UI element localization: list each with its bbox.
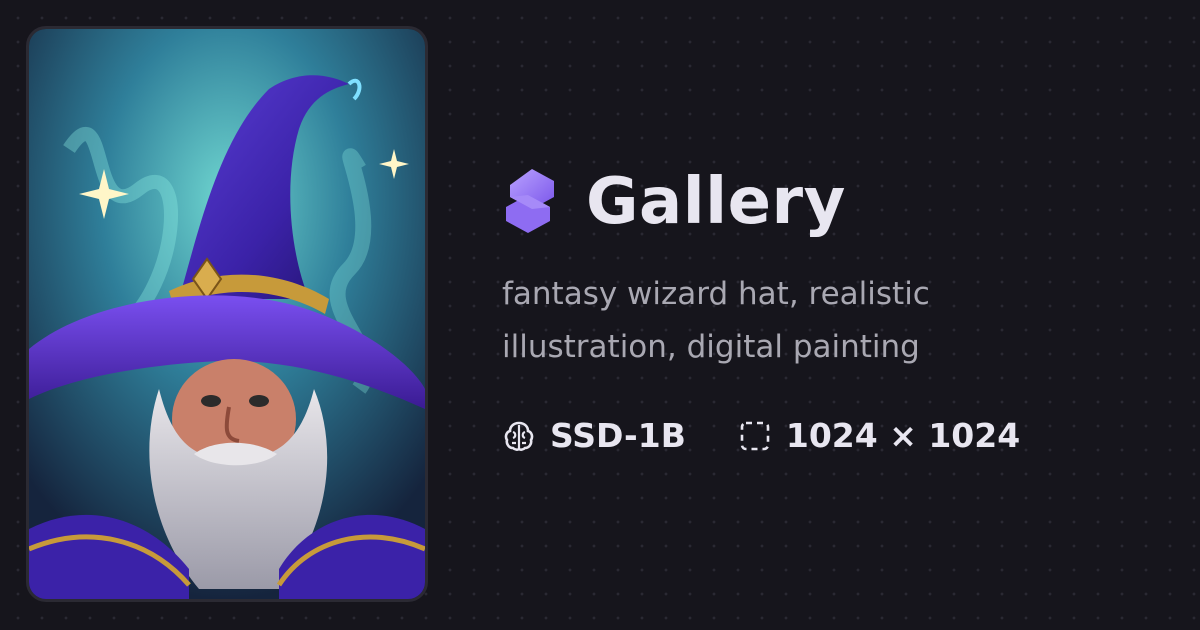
meta-row: SSD-1B 1024 × 1024	[502, 416, 1162, 455]
info-panel: Gallery fantasy wizard hat, realistic il…	[502, 160, 1162, 455]
brain-icon	[504, 421, 534, 451]
stacked-cube-logo-icon	[506, 169, 554, 233]
dimension-info: 1024 × 1024	[738, 416, 1020, 455]
wizard-illustration	[29, 29, 425, 599]
title-row: Gallery	[502, 160, 1162, 244]
dashed-frame-icon	[740, 421, 770, 450]
prompt-text: fantasy wizard hat, realistic illustrati…	[502, 276, 930, 365]
model-info: SSD-1B	[502, 416, 686, 455]
image-dimensions: 1024 × 1024	[785, 416, 1021, 455]
wizard-image-card[interactable]	[26, 26, 428, 602]
model-name: SSD-1B	[550, 416, 686, 455]
page-title: Gallery	[586, 165, 846, 239]
